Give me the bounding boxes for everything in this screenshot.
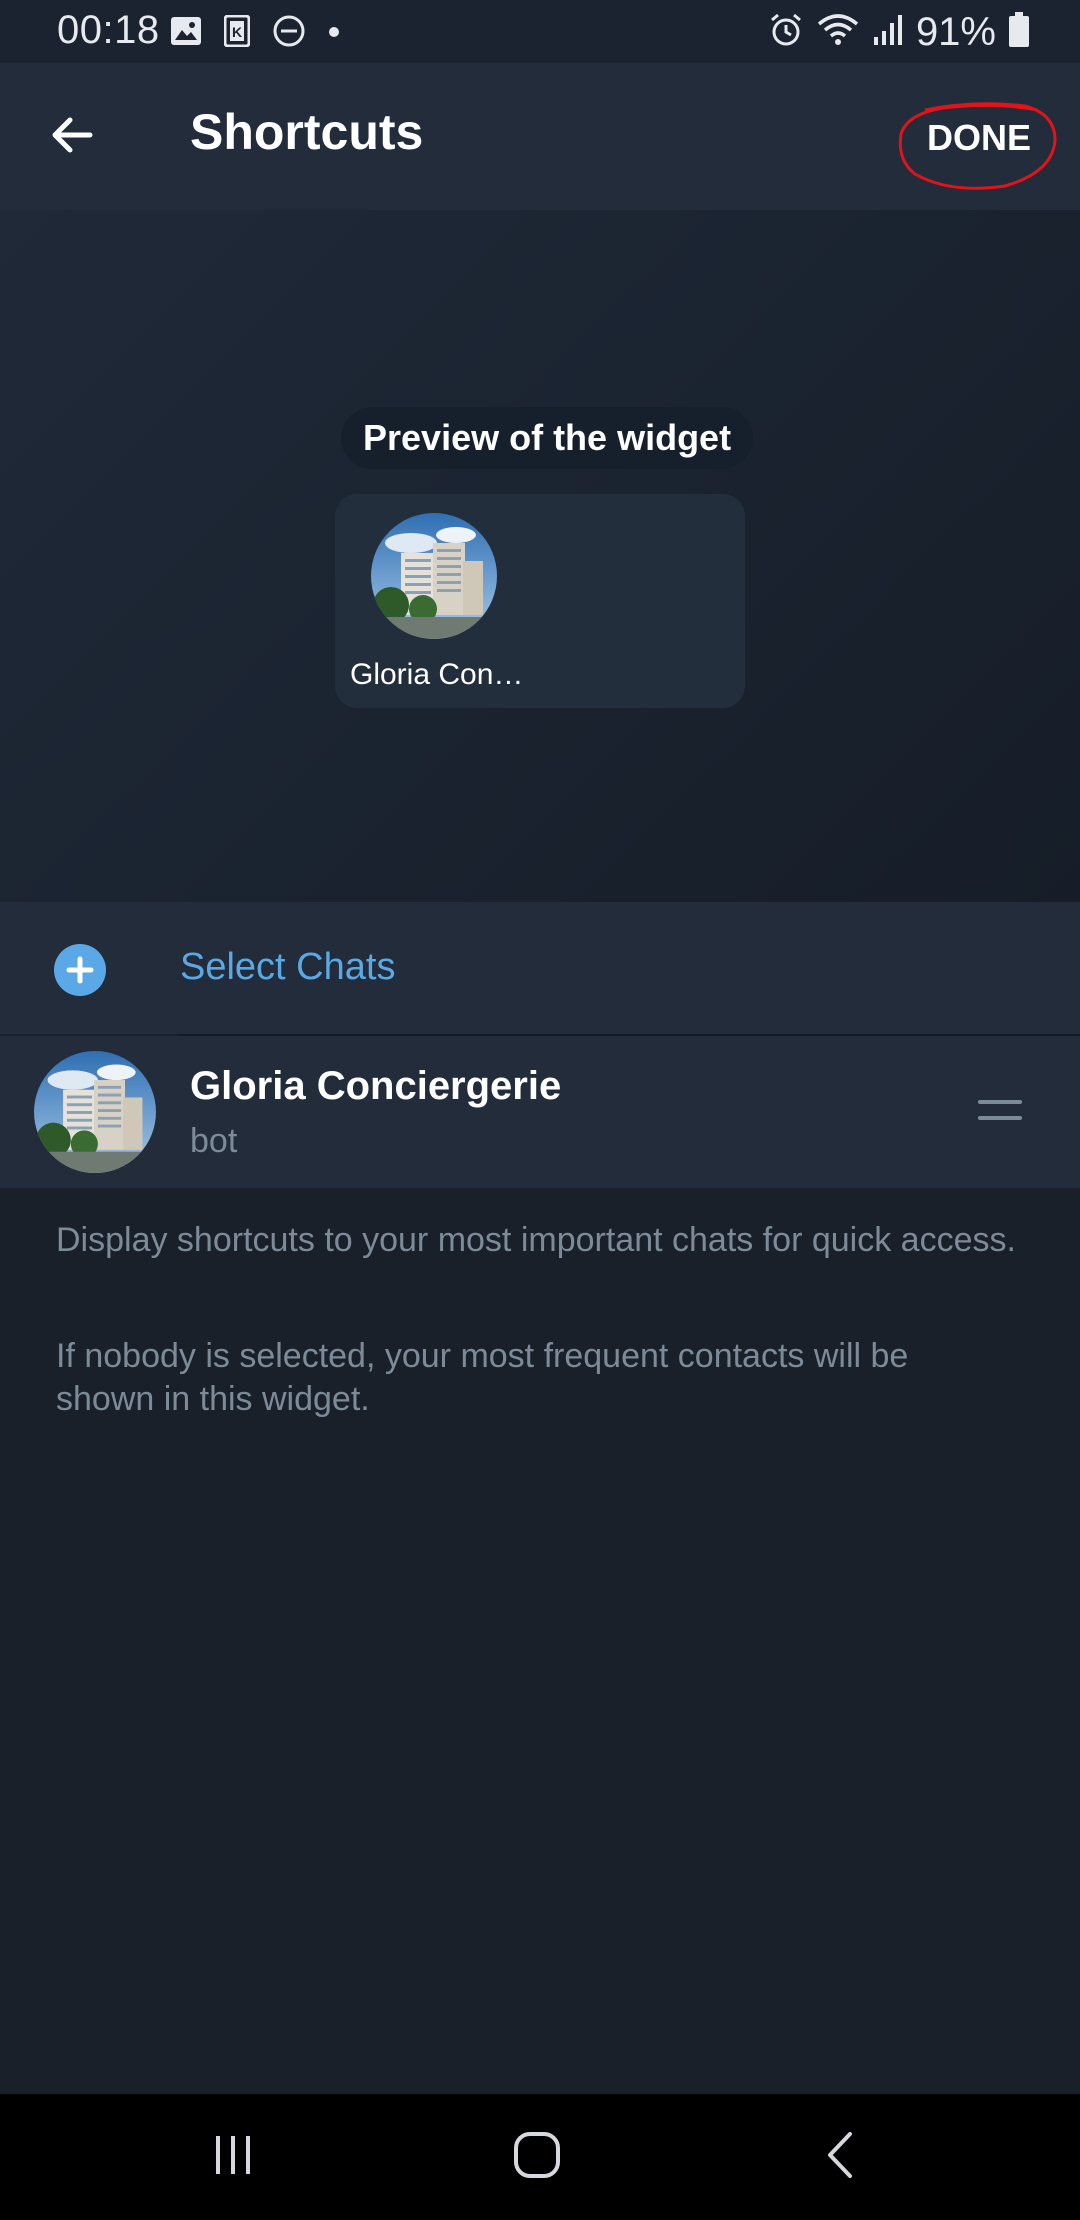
status-bar: 00:18 K 91% [0, 0, 1080, 63]
avatar [34, 1051, 156, 1173]
battery-icon [1008, 12, 1030, 53]
home-icon [512, 2130, 562, 2185]
alarm-icon [768, 12, 804, 53]
home-button[interactable] [497, 2124, 577, 2190]
status-time: 00:18 [57, 8, 160, 52]
info-text-shortcuts: Display shortcuts to your most important… [56, 1221, 1016, 1259]
recents-icon [210, 2132, 256, 2183]
navigation-bar [0, 2094, 1080, 2220]
select-chats-label: Select Chats [180, 946, 396, 988]
battery-percent: 91% [915, 10, 996, 54]
drag-handle-icon[interactable] [978, 1100, 1022, 1124]
arrow-left-icon [48, 111, 96, 164]
wifi-icon [816, 12, 860, 53]
info-text-frequent: If nobody is selected, your most frequen… [56, 1337, 909, 1418]
chat-name: Gloria Conciergerie [190, 1064, 562, 1108]
select-chats-button[interactable]: Select Chats [0, 902, 1080, 1034]
recents-button[interactable] [193, 2124, 273, 2190]
done-button[interactable]: DONE [900, 103, 1058, 173]
widget-chat-label: Gloria Con… [350, 658, 524, 691]
toolbar: Shortcuts DONE [0, 63, 1080, 210]
page-title: Shortcuts [190, 104, 424, 160]
avatar [371, 513, 497, 639]
preview-caption: Preview of the widget [341, 407, 754, 469]
chat-list-item[interactable]: Gloria Conciergerie bot [0, 1036, 1080, 1188]
dot-icon [328, 25, 340, 43]
widget-preview-card: Gloria Con… [335, 494, 745, 708]
plus-circle-icon [54, 944, 106, 996]
nav-back-button[interactable] [800, 2124, 880, 2190]
widget-preview-area: Preview of the widget Gloria Con… [0, 210, 1080, 902]
status-left-icons: K [170, 14, 340, 53]
k-app-icon: K [223, 14, 251, 52]
signal-icon [872, 13, 904, 52]
chat-subtitle: bot [190, 1122, 238, 1160]
image-icon [170, 16, 202, 51]
svg-text:K: K [232, 24, 242, 40]
status-right-icons: 91% [768, 10, 1030, 55]
back-button[interactable] [40, 105, 104, 169]
do-not-disturb-icon [272, 14, 306, 53]
back-chevron-icon [820, 2130, 860, 2185]
